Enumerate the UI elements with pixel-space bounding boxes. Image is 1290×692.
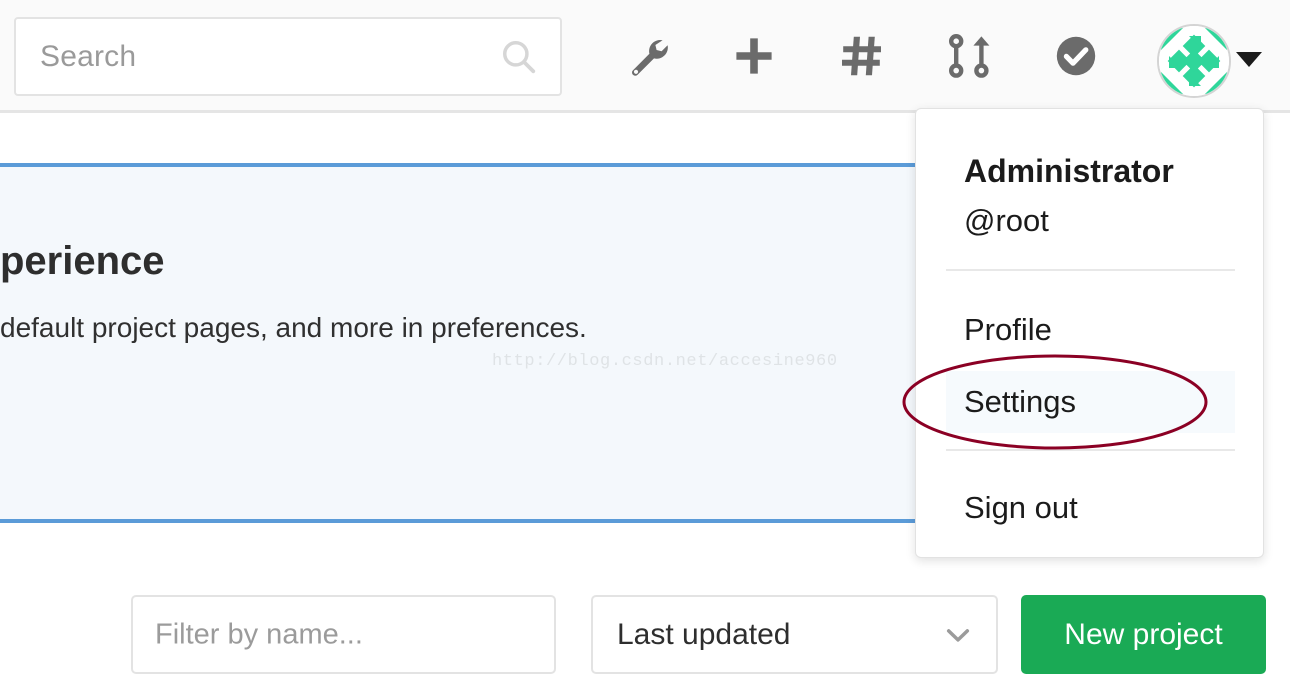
plus-icon[interactable] [728,30,780,82]
dropdown-item-sign-out[interactable]: Sign out [946,477,1235,539]
dropdown-item-label: Settings [964,384,1077,419]
watermark-text: http://blog.csdn.net/accesine960 [492,352,838,371]
banner-description: default project pages, and more in prefe… [0,312,587,343]
chevron-down-icon[interactable] [944,621,972,649]
dropdown-user-name: Administrator [964,153,1174,189]
avatar[interactable] [1157,24,1231,98]
sort-dropdown[interactable]: Last updated [591,595,998,674]
sort-dropdown-label: Last updated [617,617,791,651]
dropdown-item-settings[interactable]: Settings [946,371,1235,433]
avatar-identicon [1157,24,1231,98]
header-bar: Search [0,0,1290,113]
preferences-banner: perience default project pages, and more… [0,163,915,523]
chevron-down-icon[interactable] [1236,52,1262,67]
merge-request-icon[interactable] [943,30,995,82]
dropdown-user-handle: @root [964,203,1049,238]
dropdown-item-profile[interactable]: Profile [946,299,1235,361]
search-icon[interactable] [500,38,538,76]
filter-by-name-input[interactable]: Filter by name... [131,595,556,674]
dropdown-divider [946,269,1235,271]
banner-title: perience [0,239,165,283]
filter-input-placeholder: Filter by name... [155,618,363,650]
dropdown-item-label: Sign out [964,490,1078,525]
dropdown-item-label: Profile [964,312,1052,347]
new-project-button[interactable]: New project [1021,595,1266,674]
check-circle-icon[interactable] [1050,30,1102,82]
user-dropdown-menu: Administrator @root Profile Settings Sig… [915,108,1264,558]
hashtag-icon[interactable] [836,30,888,82]
wrench-icon[interactable] [622,30,674,82]
search-input-placeholder: Search [40,39,137,73]
search-input[interactable]: Search [14,17,562,96]
dropdown-divider [946,449,1235,451]
